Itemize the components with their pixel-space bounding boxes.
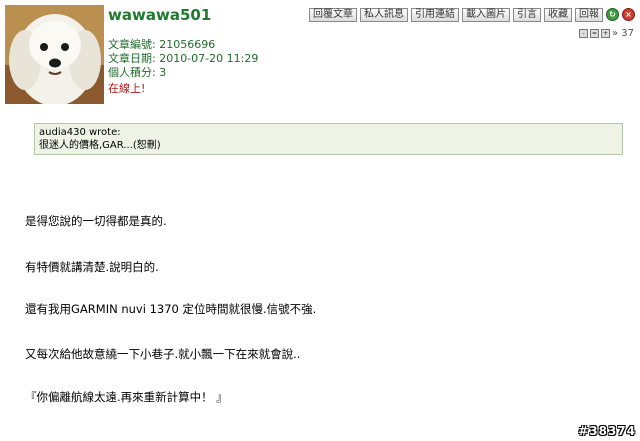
post-date-label: 文章日期:	[108, 52, 160, 65]
post-body-line: 有特價就講清楚.說明白的.	[25, 260, 159, 274]
username[interactable]: wawawa501	[108, 6, 211, 24]
post-body-line: 『你偏離航線太遠.再來重新計算中！ 』	[25, 390, 228, 404]
font-size-controls: - = + » 37	[578, 28, 634, 39]
post-id: 文章編號: 21056696	[108, 38, 215, 51]
reply-button[interactable]: 回覆文章	[309, 8, 357, 22]
dog-avatar-image	[5, 5, 104, 104]
quote-author: audia430 wrote:	[39, 127, 121, 138]
online-status: 在線上!	[108, 82, 146, 95]
post-id-label: 文章編號:	[108, 38, 160, 51]
private-message-button[interactable]: 私人訊息	[360, 8, 408, 22]
refresh-icon[interactable]: ↻	[606, 8, 619, 21]
post-toolbar: 回覆文章 私人訊息 引用連結 載入圖片 引言 收藏 回報 ↻ ×	[309, 8, 635, 22]
post-date: 文章日期: 2010-07-20 11:29	[108, 52, 258, 65]
upload-image-button[interactable]: 載入圖片	[462, 8, 510, 22]
report-button[interactable]: 回報	[575, 8, 603, 22]
avatar[interactable]	[5, 5, 104, 104]
font-size-reset-icon[interactable]: =	[589, 29, 599, 38]
post-body-line: 還有我用GARMIN nuvi 1370 定位時間就很慢.信號不強.	[25, 302, 317, 316]
post-body-line: 又每次給他故意繞一下小巷子.就小飄一下在來就會說..	[25, 347, 301, 361]
user-points-value: 3	[159, 66, 167, 79]
floor-number: » 37	[611, 28, 634, 39]
watermark: #38374	[578, 424, 636, 438]
font-size-increase-icon[interactable]: +	[600, 29, 610, 38]
post-id-value: 21056696	[159, 38, 216, 51]
user-points: 個人積分: 3	[108, 66, 166, 79]
post-date-value: 2010-07-20 11:29	[159, 52, 259, 65]
font-size-decrease-icon[interactable]: -	[578, 29, 588, 38]
quote-button[interactable]: 引言	[513, 8, 541, 22]
post-body-line: 是得您說的一切得都是真的.	[25, 214, 167, 228]
user-points-label: 個人積分:	[108, 66, 160, 79]
favorite-button[interactable]: 收藏	[544, 8, 572, 22]
quote-link-button[interactable]: 引用連結	[411, 8, 459, 22]
close-icon[interactable]: ×	[622, 8, 635, 21]
quote-text: 很迷人的價格,GAR...(恕刪)	[39, 140, 161, 151]
quote-box: audia430 wrote: 很迷人的價格,GAR...(恕刪)	[34, 123, 623, 155]
